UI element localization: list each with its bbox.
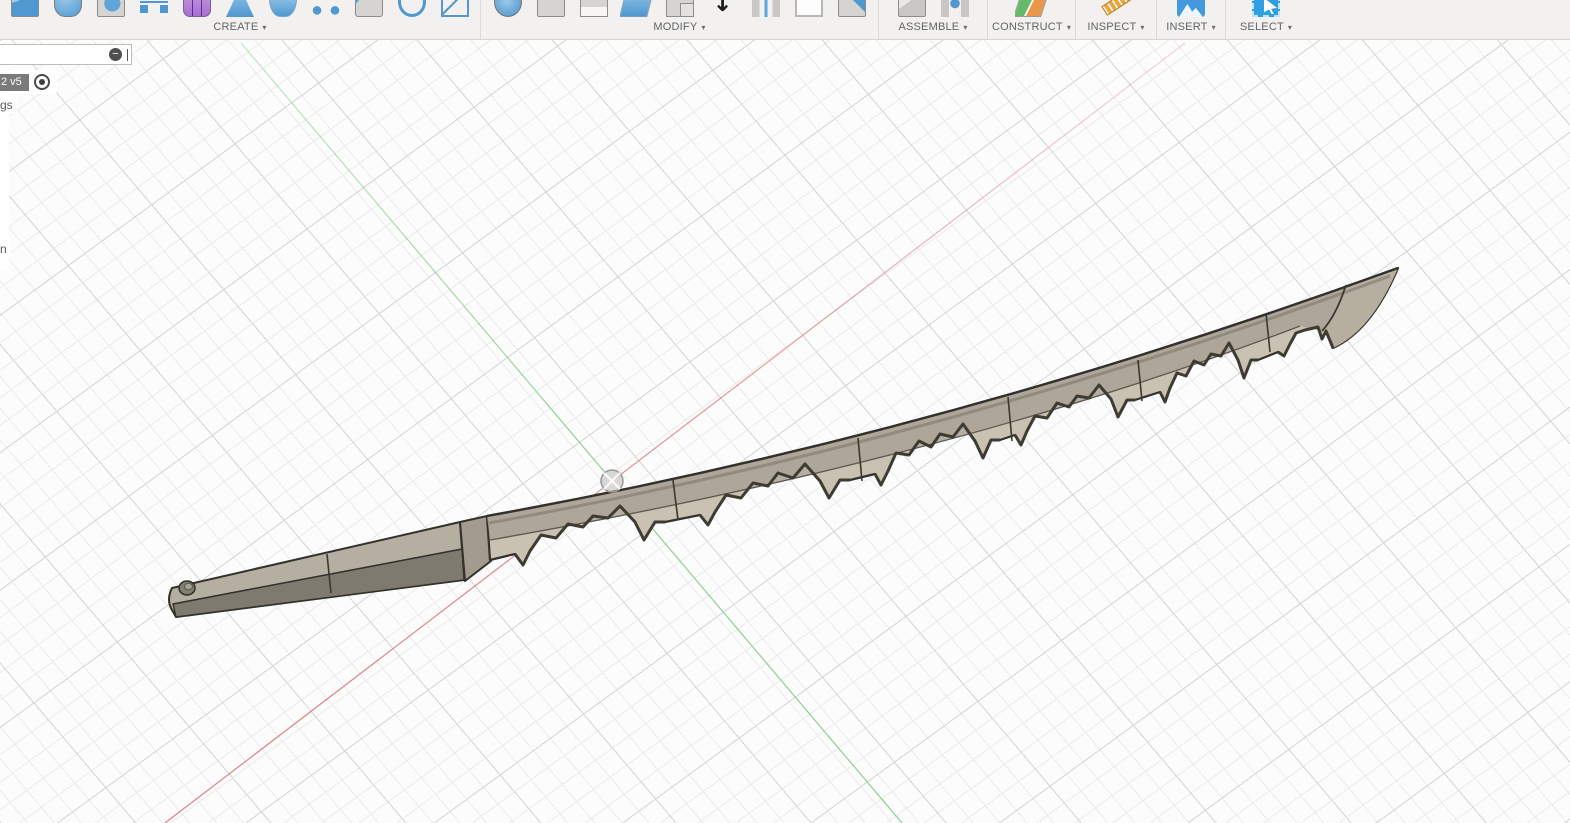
fusion360-window: CREATE ▾ MODIFY ▾ [0,0,1570,823]
draft-icon[interactable] [619,0,654,20]
fillet-icon[interactable] [534,0,568,20]
torus-icon[interactable] [395,0,429,20]
modify-icons [491,0,869,20]
toolbar-group-modify: MODIFY ▾ [481,0,879,39]
document-name-chip[interactable]: 2 v5 [0,73,29,91]
patch-icon[interactable] [352,0,386,20]
construct-menu-label: CONSTRUCT [991,21,1063,33]
browser-item-document-settings[interactable]: gs [0,96,17,114]
press-pull-icon[interactable] [491,0,525,20]
delete-icon[interactable] [792,0,826,20]
toolbar-group-inspect: INSPECT ▾ [1076,0,1157,39]
inspect-menu[interactable]: INSPECT ▾ [1087,21,1144,33]
insert-menu[interactable]: INSERT ▾ [1166,21,1216,33]
shell-icon[interactable] [577,0,611,20]
chevron-down-icon: ▾ [963,22,968,32]
new-component-icon[interactable] [895,0,929,20]
assemble-menu-label: ASSEMBLE [898,21,960,33]
inspect-icons [1099,0,1133,20]
inspect-menu-label: INSPECT [1087,21,1137,33]
clear-search-icon[interactable]: − [109,48,122,61]
chevron-down-icon: ▾ [262,22,267,32]
activate-component-radio-icon[interactable] [34,74,50,90]
chevron-down-icon: ▾ [1211,22,1216,32]
browser-search-box: − [0,44,132,65]
chevron-down-icon: ▾ [1287,22,1293,32]
replace-face-icon[interactable] [835,0,869,20]
chevron-down-icon: ▾ [701,22,706,32]
insert-image-icon[interactable] [1174,0,1208,20]
select-icons [1249,0,1283,20]
measure-icon[interactable] [1099,0,1133,20]
select-menu-label: SELECT [1239,21,1284,33]
loft-icon[interactable] [223,0,257,20]
chevron-down-icon: ▾ [1140,22,1145,32]
pipe-icon[interactable] [266,0,300,20]
viewport-canvas[interactable] [0,40,1570,823]
toolbar-group-construct: CONSTRUCT ▾ [988,0,1076,39]
align-icon[interactable] [749,0,783,20]
browser-document-row: 2 v5 [0,70,57,94]
assemble-icons [895,0,972,20]
frame-icon[interactable] [438,0,472,20]
create-icons [8,0,472,20]
revolve-icon[interactable] [51,0,85,20]
sphere-icon[interactable] [94,0,128,20]
box-icon[interactable] [8,0,42,20]
scale-icon[interactable] [663,0,697,20]
assemble-menu[interactable]: ASSEMBLE ▾ [898,21,967,33]
toolbar: CREATE ▾ MODIFY ▾ [0,0,1570,40]
joint-icon[interactable] [938,0,972,20]
modify-menu[interactable]: MODIFY ▾ [653,21,705,33]
insert-icons [1174,0,1208,20]
move-icon[interactable] [706,0,740,20]
construct-menu[interactable]: CONSTRUCT ▾ [992,21,1071,33]
select-menu[interactable]: SELECT ▾ [1240,21,1292,33]
select-icon[interactable] [1249,0,1283,20]
toolbar-group-insert: INSERT ▾ [1157,0,1226,39]
create-menu[interactable]: CREATE ▾ [213,21,266,33]
form-icon[interactable] [180,0,214,20]
construct-icons [1014,0,1049,20]
toolbar-group-create: CREATE ▾ [0,0,481,39]
text-cursor [127,48,128,61]
coil-icon[interactable] [137,0,171,20]
create-menu-label: CREATE [213,21,259,33]
insert-menu-label: INSERT [1166,21,1208,33]
search-input[interactable] [0,45,104,64]
toolbar-group-select: SELECT ▾ [1226,0,1306,39]
toolbar-group-assemble: ASSEMBLE ▾ [879,0,988,39]
construction-plane-icon[interactable] [1014,0,1049,20]
chevron-down-icon: ▾ [1066,22,1072,32]
pattern-icon[interactable] [309,0,343,20]
modify-menu-label: MODIFY [653,21,698,33]
browser-item-origin[interactable]: n [0,240,11,258]
